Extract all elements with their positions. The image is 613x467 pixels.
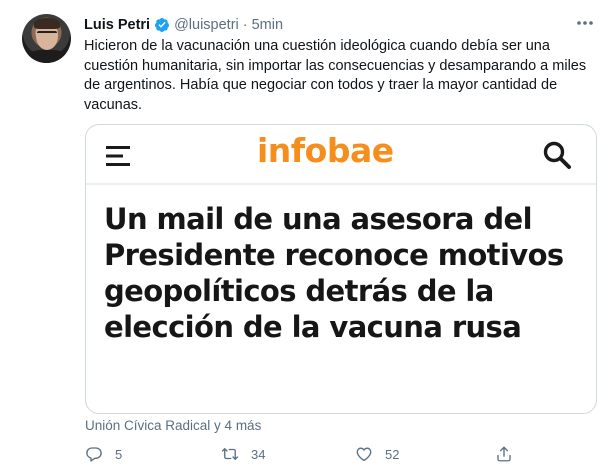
- retweet-icon: [221, 448, 239, 460]
- retweet-button[interactable]: 34: [221, 445, 265, 463]
- article-headline: Un mail de una asesora del Presidente re…: [104, 202, 564, 344]
- reply-icon: [86, 447, 102, 462]
- more-options-icon[interactable]: [574, 14, 596, 32]
- tweet-header: Luis Petri @luispetri · 5min: [84, 15, 283, 35]
- avatar-hair: [34, 18, 60, 29]
- infobae-logo: infobae: [257, 131, 394, 170]
- verified-badge-icon: [154, 17, 170, 33]
- social-context[interactable]: Unión Cívica Radical y 4 más: [85, 418, 261, 433]
- share-icon: [497, 446, 511, 462]
- reply-count: 5: [115, 446, 123, 462]
- header-separator: ·: [242, 17, 248, 33]
- tweet-timestamp[interactable]: 5min: [252, 17, 283, 33]
- like-icon: [356, 447, 372, 462]
- avatar-glasses: [37, 31, 57, 36]
- author-handle[interactable]: @luispetri: [174, 17, 239, 33]
- author-name[interactable]: Luis Petri: [84, 17, 150, 33]
- avatar-body: [24, 50, 70, 63]
- search-icon: [542, 140, 572, 170]
- card-header: infobae: [86, 125, 596, 185]
- hamburger-menu-icon: [106, 145, 132, 167]
- avatar[interactable]: [22, 14, 71, 63]
- media-card[interactable]: infobae Un mail de una asesora del Presi…: [85, 124, 597, 414]
- share-button[interactable]: [495, 445, 525, 463]
- retweet-count: 34: [251, 446, 266, 462]
- tweet[interactable]: Luis Petri @luispetri · 5min Hicieron de…: [0, 0, 613, 467]
- like-count: 52: [385, 446, 400, 462]
- like-button[interactable]: 52: [355, 445, 399, 463]
- reply-button[interactable]: 5: [85, 445, 122, 463]
- tweet-text: Hicieron de la vacunación una cuestión i…: [84, 38, 587, 113]
- tweet-actions: 5 34 52: [85, 445, 511, 465]
